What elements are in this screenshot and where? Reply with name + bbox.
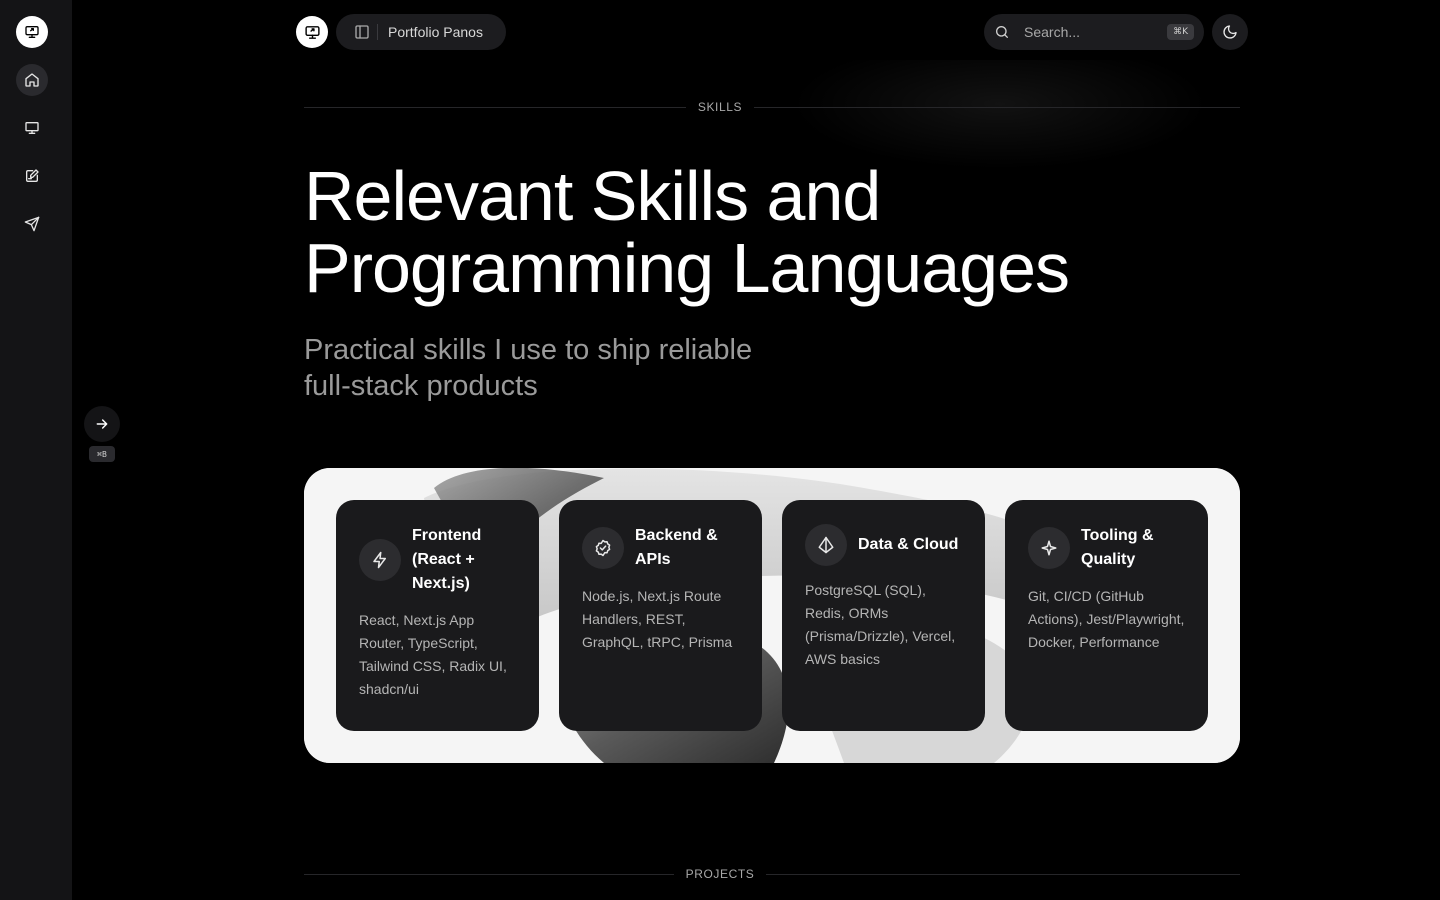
moon-icon <box>1223 25 1237 39</box>
skill-card-data-cloud: Data & Cloud PostgreSQL (SQL), Redis, OR… <box>782 500 985 731</box>
sidebar-rail <box>0 0 72 900</box>
card-icon-badge <box>582 527 624 569</box>
title-line-1: Relevant Skills and <box>304 157 881 235</box>
card-description: React, Next.js App Router, TypeScript, T… <box>359 612 507 697</box>
search-box[interactable]: ⌘K <box>984 14 1204 50</box>
badge-check-icon <box>595 539 611 557</box>
monitor-logo-icon <box>25 25 39 38</box>
pill-divider <box>377 24 378 40</box>
arrow-right-icon <box>96 419 108 429</box>
skills-cards: Frontend (React + Next.js) React, Next.j… <box>336 500 1208 731</box>
header-logo-button[interactable] <box>296 16 328 48</box>
card-icon-badge <box>1028 527 1070 569</box>
skills-showcase: Frontend (React + Next.js) React, Next.j… <box>304 468 1240 763</box>
page-title: Relevant Skills and Programming Language… <box>304 160 1204 304</box>
search-icon <box>996 26 1008 38</box>
subtitle-line-2: full-stack products <box>304 370 538 402</box>
card-icon-badge <box>805 524 847 566</box>
lightning-icon <box>373 551 386 569</box>
sidebar-item-projects[interactable] <box>16 112 48 144</box>
skills-section-label-text: SKILLS <box>685 100 755 114</box>
sidebar-item-home[interactable] <box>16 64 48 96</box>
card-icon-badge <box>359 539 401 581</box>
card-title: Data & Cloud <box>858 536 959 553</box>
skill-card-backend: Backend & APIs Node.js, Next.js Route Ha… <box>559 500 762 731</box>
card-description: PostgreSQL (SQL), Redis, ORMs (Prisma/Dr… <box>805 582 956 667</box>
prism-icon <box>818 536 834 554</box>
search-shortcut-badge: ⌘K <box>1167 24 1194 40</box>
sparkle-icon <box>1041 540 1057 556</box>
site-name: Portfolio Panos <box>388 24 483 40</box>
card-title: Tooling & Quality <box>1081 527 1154 568</box>
edit-notes-icon <box>26 169 39 182</box>
logo-button[interactable] <box>16 16 48 48</box>
home-icon <box>25 73 39 87</box>
card-description: Node.js, Next.js Route Handlers, REST, G… <box>582 588 733 650</box>
theme-toggle-button[interactable] <box>1212 14 1248 50</box>
card-title: Backend & APIs <box>635 527 718 568</box>
monitor-logo-icon <box>304 25 320 39</box>
projects-section-label-text: PROJECTS <box>673 867 767 881</box>
toggle-shortcut-badge: ⌘B <box>89 446 115 462</box>
card-header: Frontend (React + Next.js) <box>359 524 517 596</box>
send-icon <box>24 216 40 232</box>
card-title: Frontend (React + Next.js) <box>412 527 482 592</box>
site-title-pill[interactable]: Portfolio Panos <box>336 14 506 50</box>
sidebar-panel-icon <box>355 25 369 39</box>
card-header: Data & Cloud <box>805 524 963 566</box>
presentation-icon <box>25 122 39 134</box>
projects-section-label: PROJECTS <box>0 867 1440 881</box>
card-header: Tooling & Quality <box>1028 524 1186 572</box>
title-line-2: Programming Languages <box>304 229 1070 307</box>
sidebar-item-blog[interactable] <box>16 160 48 192</box>
sidebar-item-contact[interactable] <box>16 208 48 240</box>
page-subtitle: Practical skills I use to ship reliable … <box>304 332 824 404</box>
header-glow <box>790 60 1210 170</box>
skill-card-frontend: Frontend (React + Next.js) React, Next.j… <box>336 500 539 731</box>
expand-sidebar-button[interactable] <box>84 406 120 442</box>
search-input[interactable] <box>1024 24 1154 40</box>
card-header: Backend & APIs <box>582 524 740 572</box>
skills-section-label: SKILLS <box>0 100 1440 114</box>
card-description: Git, CI/CD (GitHub Actions), Jest/Playwr… <box>1028 588 1185 650</box>
subtitle-line-1: Practical skills I use to ship reliable <box>304 334 753 366</box>
skill-card-tooling: Tooling & Quality Git, CI/CD (GitHub Act… <box>1005 500 1208 731</box>
